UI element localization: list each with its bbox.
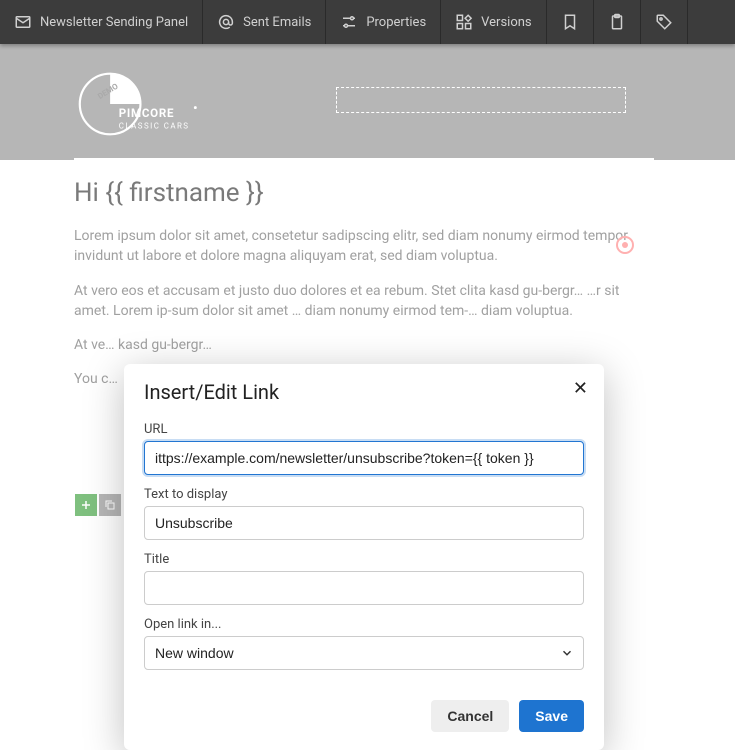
toolbar-label: Versions <box>481 15 531 30</box>
document-canvas: DEMO PIMCORE CLASSIC CARS Hi {{ firstnam… <box>0 44 735 713</box>
toolbar-label: Newsletter Sending Panel <box>40 15 188 30</box>
toolbar-tag[interactable] <box>641 0 688 44</box>
text-display-label: Text to display <box>144 487 584 502</box>
url-label: URL <box>144 422 584 437</box>
target-select[interactable] <box>144 636 584 670</box>
close-icon[interactable]: ✕ <box>571 376 590 401</box>
editable-placeholder[interactable] <box>336 87 626 113</box>
tag-icon <box>655 13 673 31</box>
add-block-button[interactable] <box>75 494 97 516</box>
toolbar-properties[interactable]: Properties <box>326 0 441 44</box>
title-input[interactable] <box>144 571 584 605</box>
pimcore-logo: DEMO PIMCORE CLASSIC CARS <box>74 64 204 144</box>
dialog-title: Insert/Edit Link <box>144 380 584 404</box>
at-icon <box>217 13 235 31</box>
bookmark-icon <box>561 13 579 31</box>
toolbar-label: Properties <box>366 15 426 30</box>
cancel-button[interactable]: Cancel <box>431 700 509 732</box>
toolbar-label: Sent Emails <box>243 15 311 30</box>
body-paragraph: At ve… kasd gu-bergr… <box>74 335 654 355</box>
mail-icon <box>14 13 32 31</box>
greeting-heading: Hi {{ firstname }} <box>74 178 654 208</box>
title-field-label: Title <box>144 552 584 567</box>
logo-secondary-text: CLASSIC CARS <box>119 122 190 131</box>
sliders-icon <box>340 13 358 31</box>
toolbar-newsletter-panel[interactable]: Newsletter Sending Panel <box>0 0 203 44</box>
block-settings-marker[interactable] <box>616 236 634 254</box>
text-display-input[interactable] <box>144 506 584 540</box>
copy-block-button[interactable] <box>99 494 121 516</box>
url-input[interactable] <box>144 441 584 475</box>
widgets-icon <box>455 13 473 31</box>
logo-primary-text: PIMCORE <box>119 106 174 120</box>
toolbar-clipboard[interactable] <box>594 0 641 44</box>
save-button[interactable]: Save <box>519 700 584 732</box>
toolbar-sent-emails[interactable]: Sent Emails <box>203 0 326 44</box>
block-tools <box>75 494 121 516</box>
body-paragraph: At vero eos et accusam et justo duo dolo… <box>74 281 654 322</box>
insert-link-dialog: Insert/Edit Link ✕ URL Text to display T… <box>124 364 604 750</box>
open-link-in-label: Open link in... <box>144 617 584 632</box>
hero-banner: DEMO PIMCORE CLASSIC CARS <box>0 44 735 160</box>
clipboard-icon <box>608 13 626 31</box>
top-toolbar: Newsletter Sending Panel Sent Emails Pro… <box>0 0 735 44</box>
toolbar-versions[interactable]: Versions <box>441 0 546 44</box>
toolbar-bookmark[interactable] <box>547 0 594 44</box>
body-paragraph: Lorem ipsum dolor sit amet, consetetur s… <box>74 226 654 267</box>
